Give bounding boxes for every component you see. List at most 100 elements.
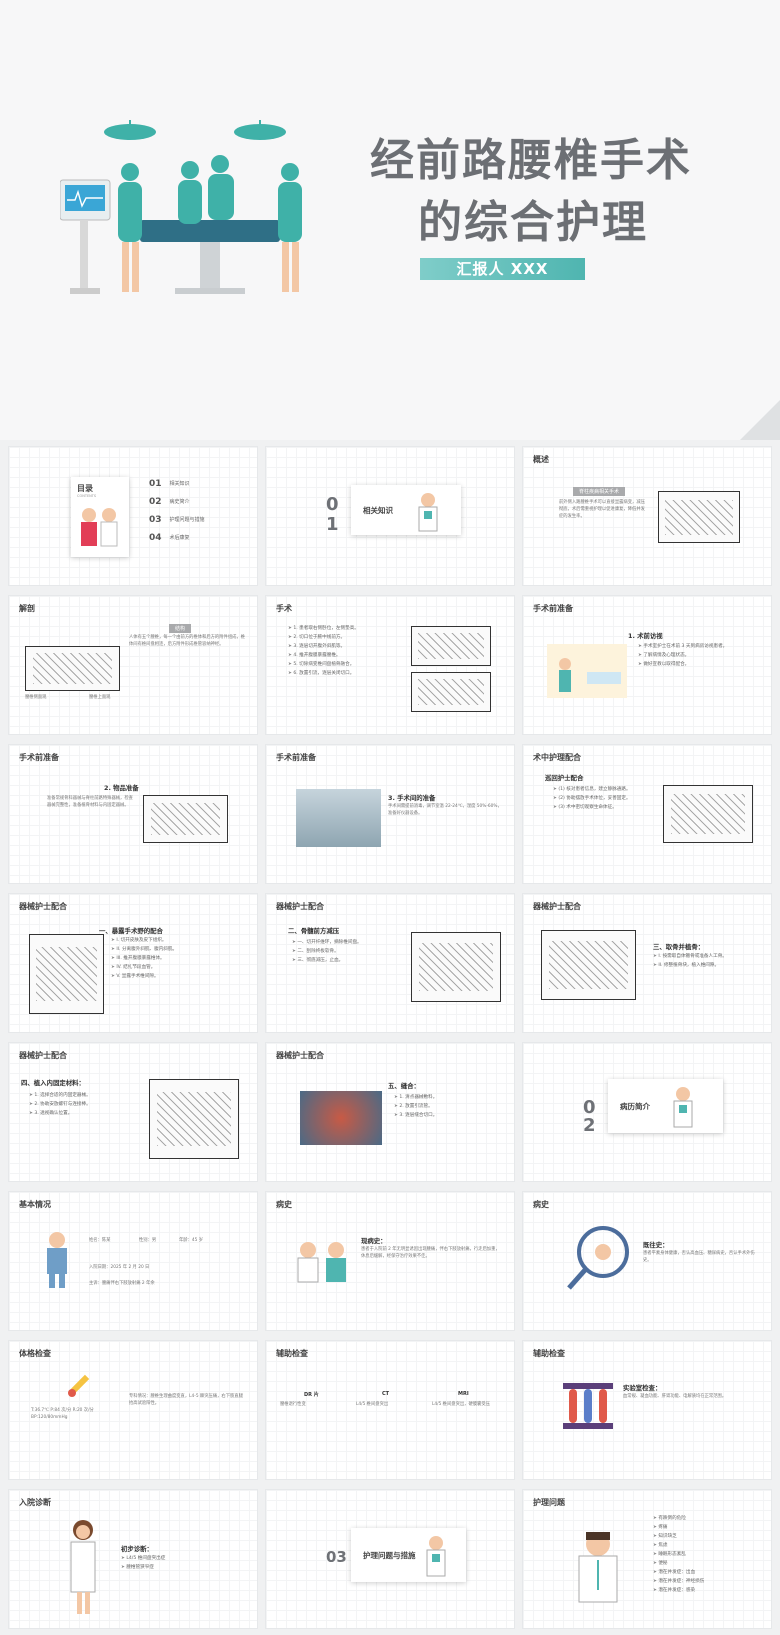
cover-title: 经前路腰椎手术 的综合护理 bbox=[370, 130, 692, 254]
list-item: 4. 推开腹膜暴露腰椎。 bbox=[288, 651, 398, 660]
slide-intraop[interactable]: 术中护理配合 巡回护士配合 (1) 核对患者信息，建立静脉通路。 (2) 协助摆… bbox=[522, 744, 772, 884]
magnifier-illustration bbox=[567, 1226, 629, 1290]
slide-title: 辅助检查 bbox=[276, 1348, 308, 1358]
slide-tag: 结构 bbox=[169, 624, 192, 633]
surgery-steps: 1. 患者取右侧卧位，左侧垫高。 2. 切口位于腋中线前方。 3. 逐层切开腹外… bbox=[288, 624, 398, 678]
toc-title: 目录 bbox=[77, 484, 93, 493]
slide-section-01[interactable]: 01 相关知识 bbox=[265, 446, 515, 586]
slide-surgery[interactable]: 手术 1. 患者取右侧卧位，左侧垫高。 2. 切口位于腋中线前方。 3. 逐层切… bbox=[265, 595, 515, 735]
slide-nursing-problems[interactable]: 护理问题 有跌倒的危险 疼痛 知识缺乏 焦虑 睡眠形态紊乱 便秘 潜在并发症：出… bbox=[522, 1489, 772, 1629]
slide-title: 手术 bbox=[276, 603, 292, 613]
col-body: 腰椎退行性变 bbox=[280, 1402, 306, 1407]
slide-subtitle: 五、缝合： bbox=[388, 1082, 420, 1090]
slide-tag: 脊柱疾病相关手术 bbox=[573, 487, 626, 496]
slide-body: 前外侧入路腰椎手术可以直接显露病变，减压彻底，术后需重视护理以促进康复，降低并发… bbox=[559, 500, 645, 519]
slide-anatomy[interactable]: 解剖 腰椎侧面观 腰椎上面观 结构 人体有五个腰椎，每一个由前方的椎体和后方的附… bbox=[8, 595, 258, 735]
doctor-woman-icon bbox=[70, 1520, 96, 1614]
slide-section-03[interactable]: 03 护理问题与措施 bbox=[265, 1489, 515, 1629]
slide-basic-info[interactable]: 基本情况 姓名：陈某 性别：男 年龄：45 岁 入院日期：2025 年 2 月 … bbox=[8, 1191, 258, 1331]
col-body: L4/5 椎间盘突出 bbox=[356, 1402, 389, 1407]
slide-scrub-2[interactable]: 器械护士配合 二、骨髓前方减压 一、切开纤维环，摘除椎间盘。 二、刮除终板软骨。… bbox=[265, 893, 515, 1033]
list-item: 了解病情及心理状态。 bbox=[638, 651, 758, 660]
slide-scrub-4[interactable]: 器械护士配合 四、植入内固定材料： 1. 选择合适的内固定器械。 2. 协助安放… bbox=[8, 1042, 258, 1182]
toc-item-1[interactable]: 01 相关知识 bbox=[149, 479, 190, 489]
toc-num: 01 bbox=[149, 479, 162, 489]
slide-scrub-1[interactable]: 器械护士配合 一、暴露手术野的配合 I. 切开皮肤及皮下组织。 II. 分离腹外… bbox=[8, 893, 258, 1033]
slide-physical-exam[interactable]: 体格检查 T:36.7℃ P:84 次/分 R:20 次/分 BP:120/80… bbox=[8, 1340, 258, 1480]
slide-prep-2[interactable]: 手术前准备 2. 物品准备 准备常规骨科器械与脊柱前路特殊器械，检查器械完整性，… bbox=[8, 744, 258, 884]
caption-right: 腰椎上面观 bbox=[89, 695, 111, 700]
slide-body: 人体有五个腰椎，每一个由前方的椎体和后方的附件组成，椎体间有椎间盘相连，后方附件… bbox=[129, 635, 246, 647]
toc-item-2[interactable]: 02 病史简介 bbox=[149, 497, 190, 507]
slide-history-1[interactable]: 病史 现病史： 患者于入院前 2 年无明显诱因出现腰痛，伴右下肢放射痛，行走后加… bbox=[265, 1191, 515, 1331]
scrub-list: 1. 选择合适的内固定器械。 2. 协助安放螺钉与连接棒。 3. 透视确认位置。 bbox=[29, 1091, 144, 1118]
slide-subtitle: 既往史： bbox=[643, 1241, 669, 1249]
section-digit: 1 bbox=[326, 514, 339, 535]
slide-title: 病史 bbox=[276, 1199, 292, 1209]
section-number: 03 bbox=[326, 1548, 347, 1566]
slide-title: 概述 bbox=[533, 454, 549, 464]
col-head: CT bbox=[382, 1391, 390, 1397]
list-item: 5. 切除病变椎间盘植骨融合。 bbox=[288, 660, 398, 669]
slide-body: 准备常规骨科器械与脊柱前路特殊器械，检查器械完整性，准备植骨材料与内固定器械。 bbox=[47, 796, 133, 808]
patient-icon bbox=[47, 1232, 67, 1288]
list-item: 潜在并发症：感染 bbox=[653, 1586, 763, 1595]
slide-scrub-3[interactable]: 器械护士配合 三、取骨并植骨： I. 按需取自体髂骨或准备人工骨。 II. 修整… bbox=[522, 893, 772, 1033]
vertebra-illustration bbox=[25, 646, 120, 691]
slide-aux-2[interactable]: 辅助检查 实验室检查： 血常规、凝血功能、肝肾功能、电解质均在正常范围。 bbox=[522, 1340, 772, 1480]
list-item: 一、切开纤维环，摘除椎间盘。 bbox=[292, 938, 402, 947]
scrub-list: 1. 清点器械敷料。 2. 放置引流管。 3. 逐层缝合切口。 bbox=[394, 1093, 504, 1120]
toc-card: 目录 CONTENTS bbox=[71, 477, 129, 557]
vitals-text: T:36.7℃ P:84 次/分 R:20 次/分 BP:120/80mmHg bbox=[31, 1408, 94, 1420]
slide-subtitle: 四、植入内固定材料： bbox=[21, 1079, 85, 1087]
list-item: IV. 结扎节段血管。 bbox=[111, 963, 246, 972]
toc-num: 02 bbox=[149, 497, 162, 507]
list-item: 2. 协助安放螺钉与连接棒。 bbox=[29, 1100, 144, 1109]
list-item: 3. 透视确认位置。 bbox=[29, 1109, 144, 1118]
slide-title: 手术前准备 bbox=[276, 752, 316, 762]
list-item: I. 按需取自体髂骨或准备人工骨。 bbox=[653, 952, 763, 961]
nurse-icon bbox=[673, 1087, 693, 1128]
slide-diagnosis[interactable]: 入院诊断 初步诊断： L4/5 椎间盘突出症 腰椎管狭窄症 bbox=[8, 1489, 258, 1629]
slide-overview[interactable]: 概述 脊柱疾病相关手术 前外侧入路腰椎手术可以直接显露病变，减压彻底，术后需重视… bbox=[522, 446, 772, 586]
list-item: 二、刮除终板软骨。 bbox=[292, 947, 402, 956]
slide-title: 病史 bbox=[533, 1199, 549, 1209]
toc-num: 04 bbox=[149, 533, 162, 543]
slide-title: 器械护士配合 bbox=[276, 1050, 324, 1060]
scrub-list: I. 按需取自体髂骨或准备人工骨。 II. 修整植骨块，植入椎间隙。 bbox=[653, 952, 763, 970]
slide-toc[interactable]: 目录 CONTENTS 01 相关知识 02 病史简介 03 护理问题与措施 04 术后… bbox=[8, 446, 258, 586]
toc-item-4[interactable]: 04 术后康复 bbox=[149, 533, 190, 543]
surgical-photo bbox=[300, 1091, 382, 1145]
scrub-list: 一、切开纤维环，摘除椎间盘。 二、刮除终板软骨。 三、彻底减压，止血。 bbox=[292, 938, 402, 965]
slide-title: 手术前准备 bbox=[19, 752, 59, 762]
list-item: (1) 核对患者信息，建立静脉通路。 bbox=[553, 785, 658, 794]
slide-prep-1[interactable]: 手术前准备 1. 术前访视 手术室护士在术前 3 天到病房访视患者。 了解病情及… bbox=[522, 595, 772, 735]
slide-title: 体格检查 bbox=[19, 1348, 51, 1358]
nurse-icon bbox=[426, 1536, 446, 1577]
slide-prep-3[interactable]: 手术前准备 3. 手术间的准备 手术间需提前消毒，调节室温 22-24℃，湿度 … bbox=[265, 744, 515, 884]
toc-item-3[interactable]: 03 护理问题与措施 bbox=[149, 515, 205, 525]
slide-aux-1[interactable]: 辅助检查 DR 片 腰椎退行性变 CT L4/5 椎间盘突出 MRI L4/5 … bbox=[265, 1340, 515, 1480]
prep-list: 手术室护士在术前 3 天到病房访视患者。 了解病情及心理状态。 做好宣教以取得配… bbox=[638, 642, 758, 669]
slide-scrub-5[interactable]: 器械护士配合 五、缝合： 1. 清点器械敷料。 2. 放置引流管。 3. 逐层缝… bbox=[265, 1042, 515, 1182]
section-card: 相关知识 bbox=[351, 485, 461, 535]
list-item: 焦虑 bbox=[653, 1541, 763, 1550]
slide-subtitle: 现病史： bbox=[361, 1237, 387, 1245]
slide-history-2[interactable]: 病史 既往史： 患者平素身体健康，否认高血压、糖尿病史，否认手术外伤史。 bbox=[522, 1191, 772, 1331]
corner-decoration bbox=[740, 400, 780, 440]
toc-label: 护理问题与措施 bbox=[169, 517, 205, 523]
cover-slide[interactable]: 经前路腰椎手术 的综合护理 汇报人 XXX bbox=[0, 0, 780, 440]
field-age: 年龄：45 岁 bbox=[179, 1238, 204, 1243]
bone-graft-sketch bbox=[541, 930, 636, 1000]
list-item: III. 推开腹膜暴露椎体。 bbox=[111, 954, 246, 963]
slide-section-02[interactable]: 02 病历简介 bbox=[522, 1042, 772, 1182]
surgery-team-illustration bbox=[60, 120, 302, 294]
list-item: 1. 清点器械敷料。 bbox=[394, 1093, 504, 1102]
list-item: V. 显露手术椎间隙。 bbox=[111, 972, 246, 981]
slide-subtitle: 三、取骨并植骨： bbox=[653, 943, 705, 951]
list-item: II. 分离腹外斜肌、腹内斜肌。 bbox=[111, 945, 246, 954]
list-item: 有跌倒的危险 bbox=[653, 1514, 763, 1523]
slide-subtitle: 初步诊断： bbox=[121, 1545, 153, 1553]
field-admission-date: 入院日期：2025 年 2 月 20 日 bbox=[89, 1265, 150, 1270]
list-item: 睡眠形态紊乱 bbox=[653, 1550, 763, 1559]
